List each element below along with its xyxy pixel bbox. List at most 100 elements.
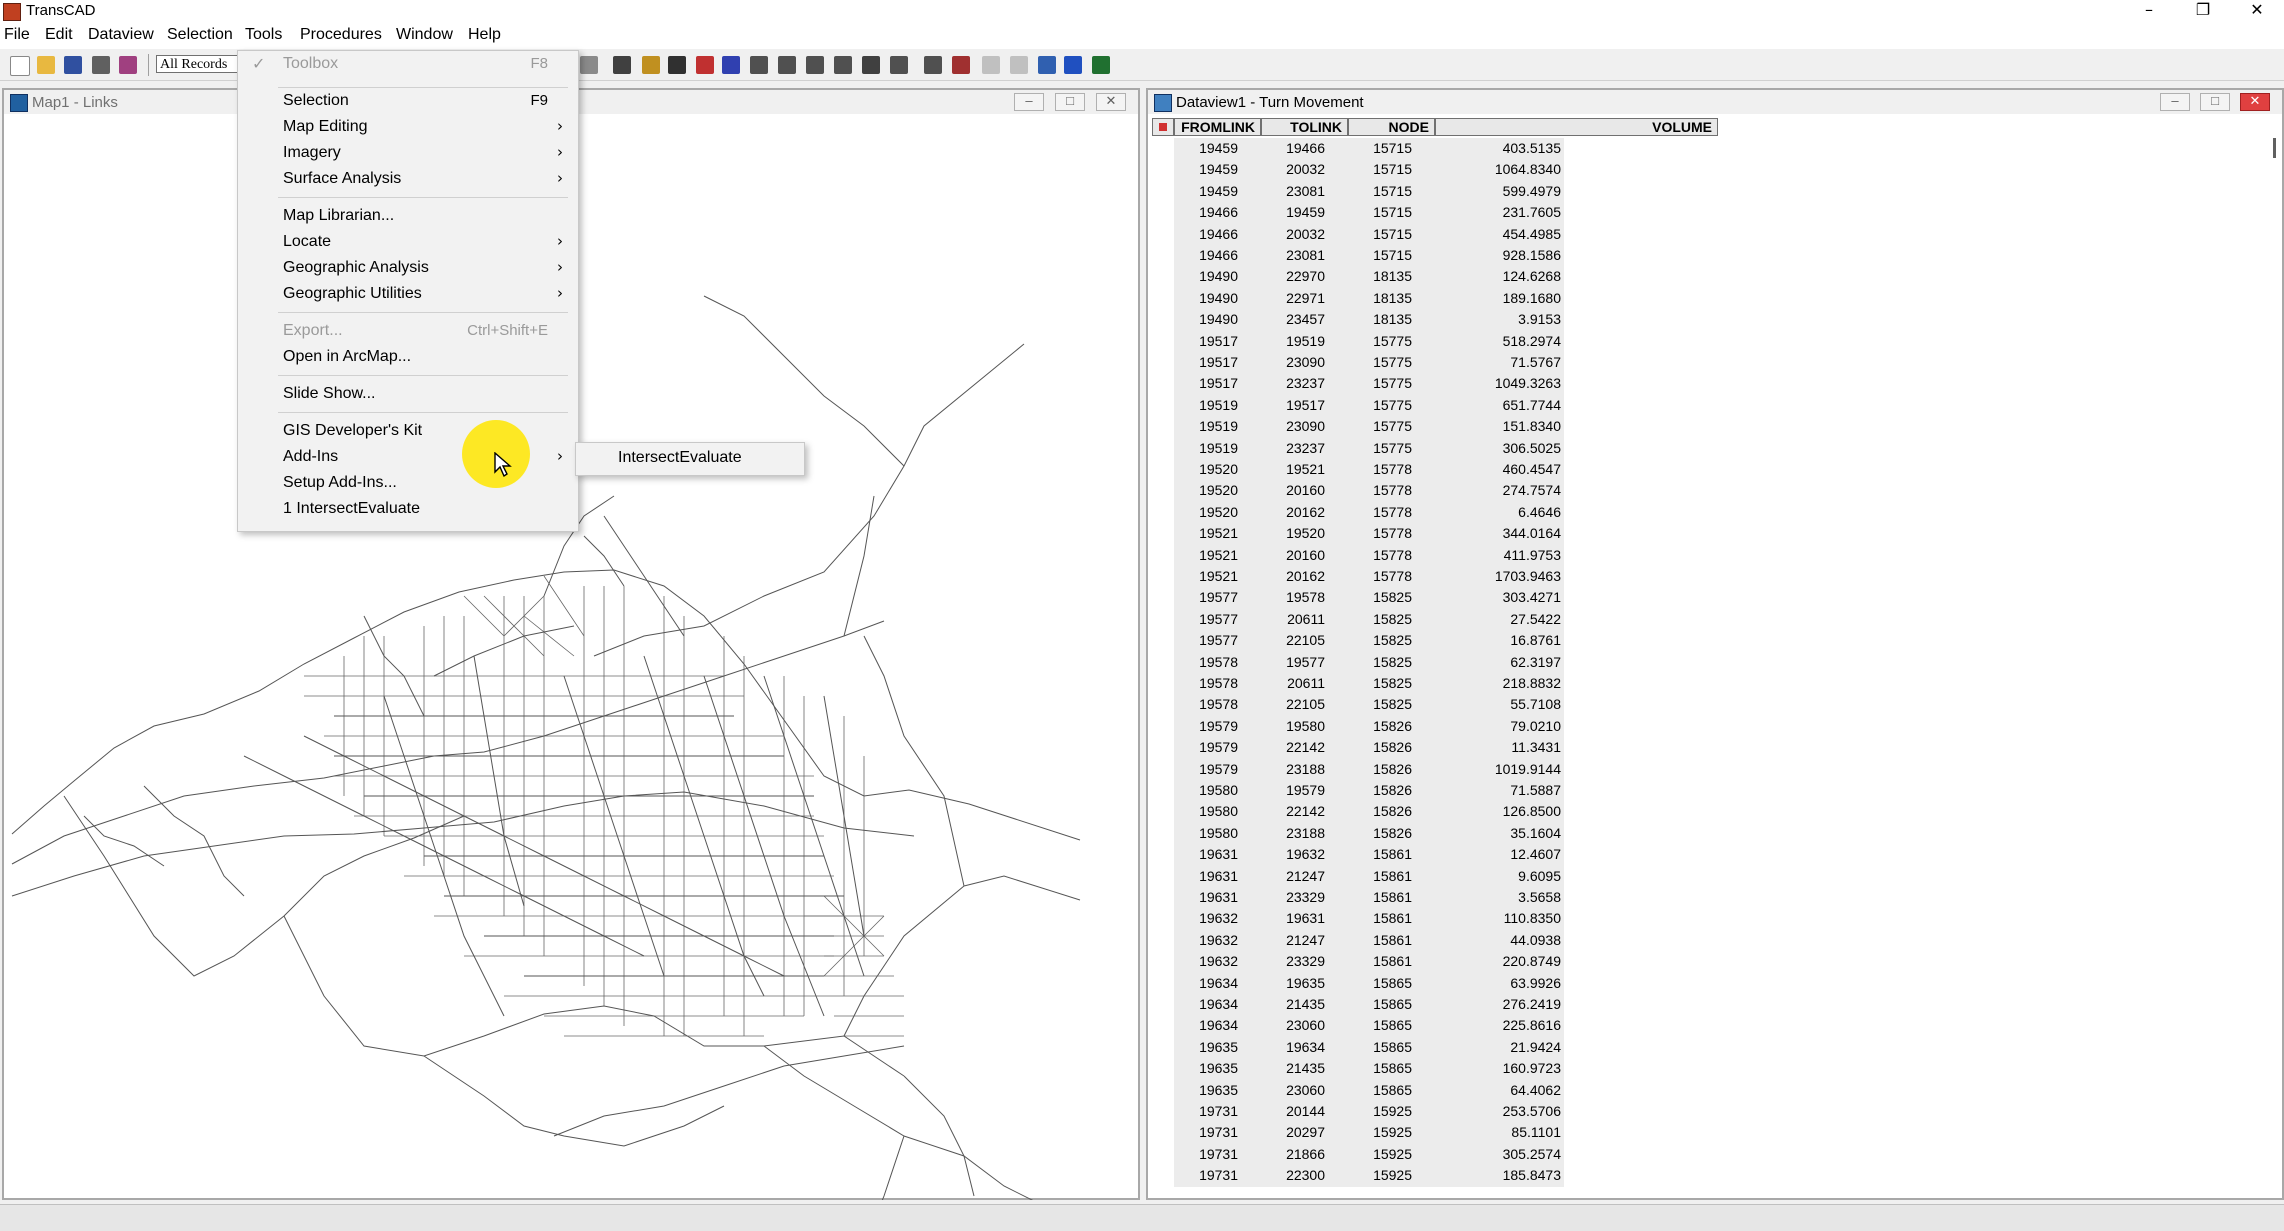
- table-row[interactable]: 19459 20032 15715 1064.8340: [1174, 159, 1564, 181]
- cell-fromlink[interactable]: 19635: [1199, 1060, 1238, 1076]
- cell-volume[interactable]: 21.9424: [1510, 1039, 1561, 1055]
- formula-icon[interactable]: [668, 56, 686, 74]
- new-file-icon[interactable]: [10, 56, 30, 76]
- cell-volume[interactable]: 454.4985: [1503, 226, 1561, 242]
- sort-descending-icon[interactable]: [722, 56, 740, 74]
- settings-icon[interactable]: [580, 56, 598, 74]
- cell-node[interactable]: 15861: [1373, 910, 1412, 926]
- cell-node[interactable]: 15826: [1373, 761, 1412, 777]
- cell-node[interactable]: 15778: [1373, 461, 1412, 477]
- cell-fromlink[interactable]: 19466: [1199, 226, 1238, 242]
- cell-fromlink[interactable]: 19731: [1199, 1124, 1238, 1140]
- table-row[interactable]: 19579 19580 15826 79.0210: [1174, 715, 1564, 738]
- cell-node[interactable]: 15775: [1373, 397, 1412, 413]
- cell-volume[interactable]: 1049.3263: [1495, 375, 1561, 391]
- cell-node[interactable]: 15865: [1373, 1060, 1412, 1076]
- cell-node[interactable]: 15861: [1373, 846, 1412, 862]
- cell-tolink[interactable]: 22300: [1286, 1167, 1325, 1183]
- dataview-maximize-icon[interactable]: □: [2200, 93, 2230, 111]
- cell-volume[interactable]: 55.7108: [1510, 696, 1561, 712]
- table-row[interactable]: 19580 23188 15826 35.1604: [1174, 822, 1564, 845]
- cell-fromlink[interactable]: 19580: [1199, 803, 1238, 819]
- column-header-fromlink[interactable]: FROMLINK: [1174, 118, 1261, 136]
- menu-item-geographic-analysis[interactable]: Geographic Analysis ›: [238, 255, 578, 281]
- cell-tolink[interactable]: 20162: [1286, 504, 1325, 520]
- column-header-tolink[interactable]: TOLINK: [1261, 118, 1348, 136]
- table-row[interactable]: 19519 23237 15775 306.5025: [1174, 437, 1564, 459]
- cell-fromlink[interactable]: 19577: [1199, 632, 1238, 648]
- menu-item-locate[interactable]: Locate ›: [238, 229, 578, 255]
- cell-volume[interactable]: 3.9153: [1518, 311, 1561, 327]
- cell-volume[interactable]: 151.8340: [1503, 418, 1561, 434]
- cell-fromlink[interactable]: 19517: [1199, 354, 1238, 370]
- table-row[interactable]: 19577 22105 15825 16.8761: [1174, 630, 1564, 652]
- cell-tolink[interactable]: 23329: [1286, 889, 1325, 905]
- table-row[interactable]: 19517 19519 15775 518.2974: [1174, 330, 1564, 352]
- minimize-icon[interactable]: –: [2122, 0, 2176, 22]
- cell-volume[interactable]: 16.8761: [1510, 632, 1561, 648]
- cell-tolink[interactable]: 19580: [1286, 718, 1325, 734]
- menu-selection[interactable]: Selection: [167, 26, 233, 44]
- cell-node[interactable]: 15715: [1373, 140, 1412, 156]
- table-row[interactable]: 19579 22142 15826 11.3431: [1174, 737, 1564, 759]
- cell-fromlink[interactable]: 19631: [1199, 846, 1238, 862]
- cell-volume[interactable]: 218.8832: [1503, 675, 1561, 691]
- cell-volume[interactable]: 403.5135: [1503, 140, 1561, 156]
- cell-volume[interactable]: 928.1586: [1503, 247, 1561, 263]
- cell-tolink[interactable]: 21866: [1286, 1146, 1325, 1162]
- table-row[interactable]: 19466 20032 15715 454.4985: [1174, 223, 1564, 245]
- cell-volume[interactable]: 44.0938: [1510, 932, 1561, 948]
- cell-node[interactable]: 15826: [1373, 782, 1412, 798]
- cell-node[interactable]: 15775: [1373, 333, 1412, 349]
- cell-tolink[interactable]: 20611: [1287, 675, 1325, 691]
- cell-volume[interactable]: 11.3431: [1511, 739, 1561, 755]
- move-column-icon[interactable]: [778, 56, 796, 74]
- cell-fromlink[interactable]: 19731: [1199, 1146, 1238, 1162]
- cell-tolink[interactable]: 23188: [1286, 825, 1325, 841]
- table-row[interactable]: 19731 21866 15925 305.2574: [1174, 1143, 1564, 1166]
- cell-tolink[interactable]: 22971: [1286, 290, 1325, 306]
- cell-tolink[interactable]: 22105: [1286, 632, 1325, 648]
- cell-fromlink[interactable]: 19631: [1199, 889, 1238, 905]
- table-row[interactable]: 19517 23090 15775 71.5767: [1174, 352, 1564, 374]
- cell-fromlink[interactable]: 19731: [1199, 1167, 1238, 1183]
- vertical-scrollbar[interactable]: [2273, 138, 2276, 158]
- menu-procedures[interactable]: Procedures: [300, 26, 382, 44]
- cell-tolink[interactable]: 19634: [1286, 1039, 1325, 1055]
- table-row[interactable]: 19521 19520 15778 344.0164: [1174, 523, 1564, 545]
- cell-fromlink[interactable]: 19580: [1199, 825, 1238, 841]
- cell-fromlink[interactable]: 19731: [1199, 1103, 1238, 1119]
- cell-tolink[interactable]: 23060: [1286, 1017, 1325, 1033]
- cell-fromlink[interactable]: 19519: [1199, 397, 1238, 413]
- cell-fromlink[interactable]: 19520: [1199, 461, 1238, 477]
- print-icon[interactable]: [92, 56, 110, 74]
- cell-tolink[interactable]: 21435: [1286, 1060, 1325, 1076]
- cell-volume[interactable]: 411.9753: [1504, 547, 1561, 563]
- cell-fromlink[interactable]: 19519: [1199, 440, 1238, 456]
- table-row[interactable]: 19521 20160 15778 411.9753: [1174, 544, 1564, 566]
- cell-volume[interactable]: 651.7744: [1503, 397, 1561, 413]
- cell-node[interactable]: 15925: [1373, 1103, 1412, 1119]
- cell-node[interactable]: 15775: [1373, 375, 1412, 391]
- cell-tolink[interactable]: 23237: [1286, 375, 1325, 391]
- cell-tolink[interactable]: 23090: [1286, 418, 1325, 434]
- cell-tolink[interactable]: 23237: [1286, 440, 1325, 456]
- menu-item-map-editing[interactable]: Map Editing ›: [238, 114, 578, 140]
- map-maximize-icon[interactable]: □: [1055, 93, 1085, 111]
- menu-item-imagery[interactable]: Imagery ›: [238, 140, 578, 166]
- table-row[interactable]: 19577 19578 15825 303.4271: [1174, 587, 1564, 609]
- cell-fromlink[interactable]: 19632: [1199, 932, 1238, 948]
- cell-fromlink[interactable]: 19519: [1199, 418, 1238, 434]
- cell-node[interactable]: 15715: [1373, 204, 1412, 220]
- cell-tolink[interactable]: 19631: [1286, 910, 1325, 926]
- menu-item-export[interactable]: Export... Ctrl+Shift+E: [238, 318, 578, 344]
- table-row[interactable]: 19632 19631 15861 110.8350: [1174, 908, 1564, 930]
- table-row[interactable]: 19731 20297 15925 85.1101: [1174, 1122, 1564, 1144]
- cell-tolink[interactable]: 23188: [1286, 761, 1325, 777]
- menu-item-recent-intersectevaluate[interactable]: 1 IntersectEvaluate: [238, 496, 578, 522]
- cell-node[interactable]: 18135: [1373, 268, 1412, 284]
- cell-volume[interactable]: 124.6268: [1503, 268, 1561, 284]
- cell-volume[interactable]: 64.4062: [1510, 1082, 1561, 1098]
- cell-fromlink[interactable]: 19490: [1199, 290, 1238, 306]
- cell-fromlink[interactable]: 19577: [1199, 611, 1238, 627]
